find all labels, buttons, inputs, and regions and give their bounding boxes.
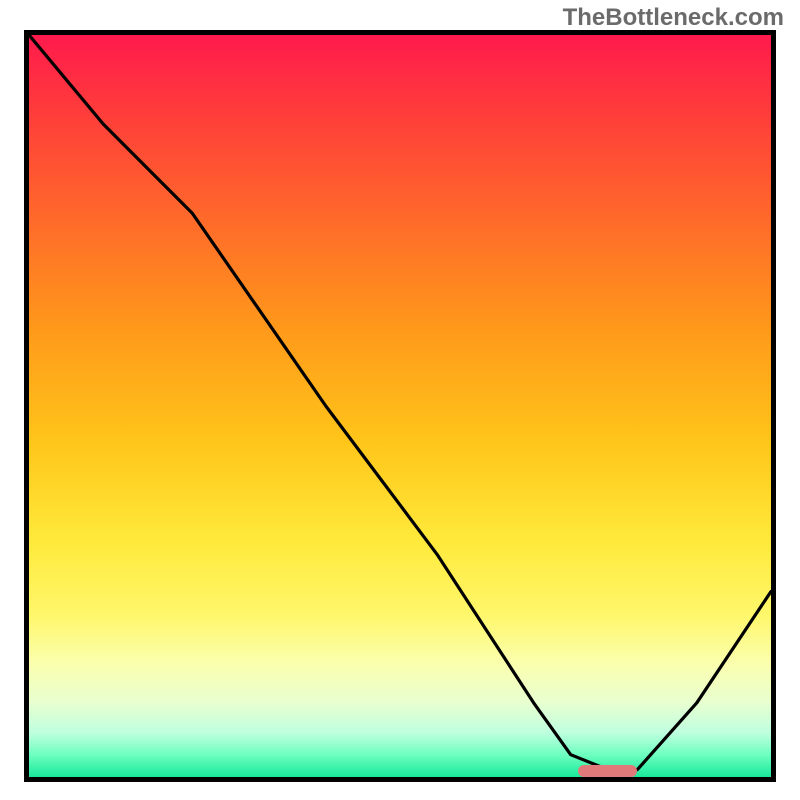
watermark-text: TheBottleneck.com bbox=[563, 4, 784, 32]
curve-svg bbox=[29, 35, 771, 777]
plot-frame bbox=[24, 30, 776, 782]
bottleneck-curve bbox=[29, 35, 771, 770]
optimal-marker bbox=[578, 765, 637, 777]
chart-container: TheBottleneck.com bbox=[0, 0, 800, 800]
